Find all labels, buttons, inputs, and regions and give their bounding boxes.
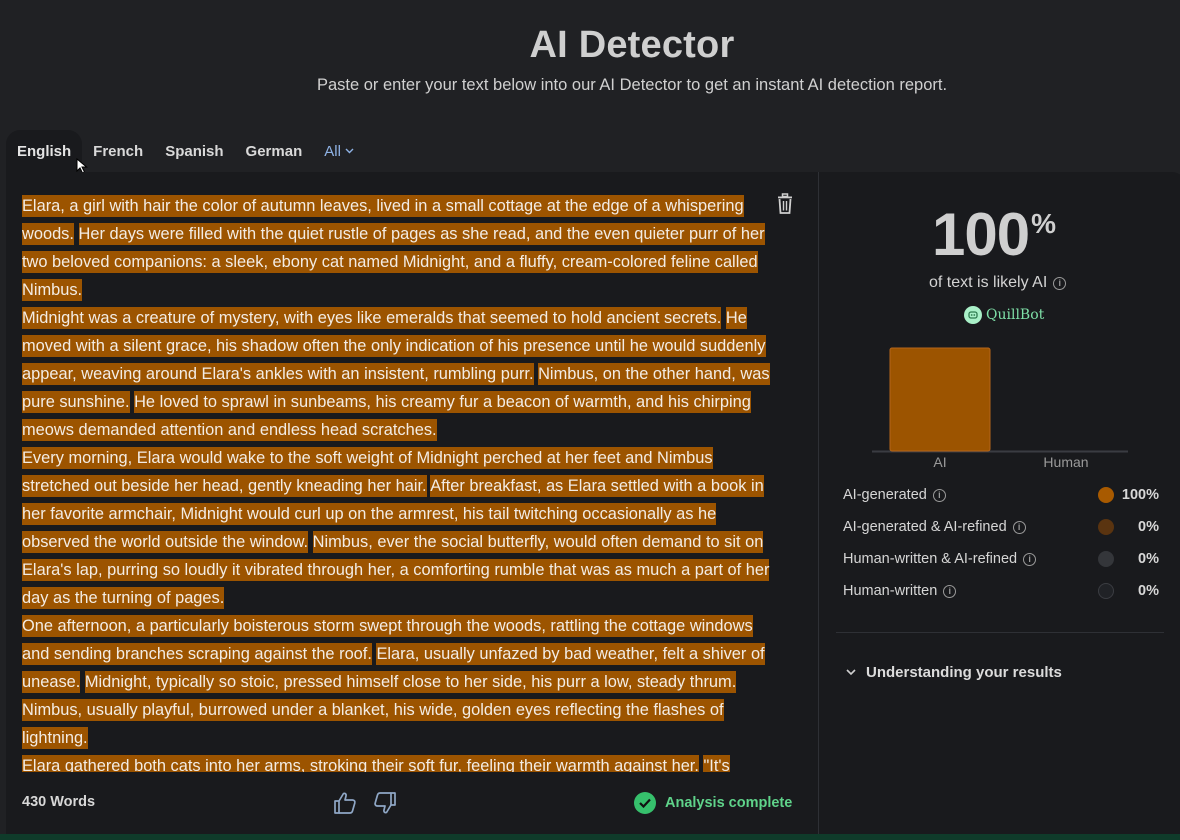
understanding-results-toggle[interactable]: Understanding your results bbox=[846, 664, 1062, 681]
breakdown-color-dot bbox=[1098, 551, 1114, 567]
quillbot-logo-icon bbox=[964, 306, 982, 324]
highlighted-sentence: Midnight, typically so stoic, pressed hi… bbox=[84, 671, 737, 693]
editor-paragraph: Midnight was a creature of mystery, with… bbox=[22, 304, 778, 444]
panel-divider bbox=[818, 172, 819, 836]
chart-bar-ai bbox=[889, 347, 991, 452]
percent-sign: % bbox=[1031, 208, 1056, 239]
tab-label: All bbox=[324, 142, 341, 160]
tab-spanish[interactable]: Spanish bbox=[154, 130, 234, 172]
results-divider bbox=[836, 632, 1164, 633]
highlighted-sentence: He loved to sprawl in sunbeams, his crea… bbox=[22, 391, 751, 441]
language-tabs: English French Spanish German All bbox=[6, 130, 365, 172]
editor-paragraph: Elara, a girl with hair the color of aut… bbox=[22, 192, 778, 304]
breakdown-value: 0% bbox=[1138, 583, 1159, 599]
tab-english[interactable]: English bbox=[6, 130, 83, 172]
bottom-bar bbox=[0, 834, 1180, 840]
breakdown-value: 100% bbox=[1121, 487, 1159, 503]
info-icon[interactable]: i bbox=[1012, 520, 1026, 534]
tab-label: German bbox=[245, 142, 303, 160]
breakdown-label-wrap: AI-generated & AI-refined i bbox=[843, 519, 1026, 535]
highlighted-sentence: Midnight was a creature of mystery, with… bbox=[22, 307, 722, 329]
word-count: 430 Words bbox=[22, 794, 96, 810]
breakdown-color-dot bbox=[1098, 487, 1114, 503]
ai-human-bar-chart: AI Human bbox=[872, 347, 1128, 470]
likely-ai-text: of text is likely AI bbox=[929, 274, 1048, 291]
breakdown-row: AI-generated & AI-refined i 0% bbox=[843, 517, 1163, 537]
highlighted-sentence: "It's bbox=[703, 755, 730, 772]
thumbs-up-icon[interactable] bbox=[332, 790, 358, 816]
tab-german[interactable]: German bbox=[235, 130, 314, 172]
understanding-results-label: Understanding your results bbox=[866, 664, 1062, 681]
tab-all-dropdown[interactable]: All bbox=[313, 130, 365, 172]
brand-logo: QuillBot bbox=[964, 306, 1044, 324]
thumbs-down-icon[interactable] bbox=[372, 790, 398, 816]
breakdown-label-wrap: Human-written & AI-refined i bbox=[843, 551, 1037, 567]
tab-label: French bbox=[93, 142, 144, 160]
tab-french[interactable]: French bbox=[82, 130, 154, 172]
check-circle-icon bbox=[634, 792, 656, 814]
analysis-status: Analysis complete bbox=[634, 792, 792, 814]
page-subtitle: Paste or enter your text below into our … bbox=[316, 76, 948, 94]
breakdown-color-dot bbox=[1098, 519, 1114, 535]
editor-paragraph: Elara gathered both cats into her arms, … bbox=[22, 752, 778, 772]
likely-ai-label: of text is likely AI i bbox=[929, 274, 1067, 292]
breakdown-label-wrap: AI-generated i bbox=[843, 487, 946, 503]
percent-value: 100 bbox=[932, 201, 1030, 268]
highlighted-sentence: Nimbus, usually playful, burrowed under … bbox=[22, 699, 724, 749]
page-title: AI Detector bbox=[529, 24, 735, 66]
chart-tick-label: AI bbox=[933, 454, 946, 470]
chart-tick-label: Human bbox=[1043, 454, 1088, 470]
breakdown-label: AI-generated bbox=[843, 487, 927, 503]
tab-label: Spanish bbox=[165, 142, 224, 160]
breakdown-value: 0% bbox=[1138, 519, 1159, 535]
breakdown-value: 0% bbox=[1138, 551, 1159, 567]
highlighted-sentence: Elara gathered both cats into her arms, … bbox=[22, 755, 699, 772]
text-editor[interactable]: Elara, a girl with hair the color of aut… bbox=[22, 192, 778, 772]
breakdown-row: AI-generated i 100% bbox=[843, 485, 1163, 505]
chevron-down-icon bbox=[846, 669, 856, 676]
brand-name: QuillBot bbox=[986, 307, 1045, 323]
breakdown-label-wrap: Human-written i bbox=[843, 583, 957, 599]
breakdown-row: Human-written i 0% bbox=[843, 581, 1163, 601]
breakdown-label: Human-written bbox=[843, 583, 938, 599]
info-icon[interactable]: i bbox=[1023, 552, 1037, 566]
status-text: Analysis complete bbox=[665, 795, 793, 811]
editor-paragraph: Every morning, Elara would wake to the s… bbox=[22, 444, 778, 612]
highlighted-sentence: Her days were filled with the quiet rust… bbox=[22, 223, 765, 301]
breakdown-color-dot bbox=[1098, 583, 1114, 599]
trash-icon[interactable] bbox=[775, 193, 795, 215]
breakdown-label: Human-written & AI-refined bbox=[843, 551, 1018, 567]
ai-percentage: 100% bbox=[932, 200, 1056, 269]
info-icon[interactable]: i bbox=[932, 488, 946, 502]
info-icon[interactable]: i bbox=[1053, 276, 1067, 290]
editor-paragraph: One afternoon, a particularly boisterous… bbox=[22, 612, 778, 752]
breakdown-row: Human-written & AI-refined i 0% bbox=[843, 549, 1163, 569]
info-icon[interactable]: i bbox=[943, 584, 957, 598]
breakdown-label: AI-generated & AI-refined bbox=[843, 519, 1007, 535]
tab-label: English bbox=[17, 142, 72, 160]
chevron-down-icon bbox=[345, 148, 354, 154]
